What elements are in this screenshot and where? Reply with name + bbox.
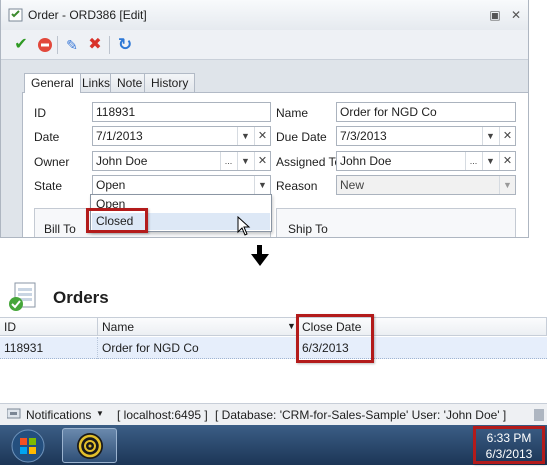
due-date-value: 7/3/2013 bbox=[340, 129, 387, 143]
reason-value: New bbox=[340, 178, 365, 192]
clear-x-icon[interactable]: ✕ bbox=[254, 152, 270, 170]
table-row[interactable]: 118931 Order for NGD Co 6/3/2013 bbox=[0, 337, 547, 359]
cell-id: 118931 bbox=[0, 337, 98, 359]
windows-taskbar: 6:33 PM 6/3/2013 bbox=[0, 425, 547, 465]
database-status: [ Database: 'CRM-for-Sales-Sample' User:… bbox=[215, 408, 507, 422]
order-edit-window: Order - ORD386 [Edit] ▣ ✕ ✔ ✎ ✖ ↻ Genera… bbox=[0, 0, 529, 238]
toolbar-separator bbox=[109, 36, 110, 54]
cancel-icon[interactable] bbox=[34, 34, 56, 56]
ship-to-label: Ship To bbox=[288, 222, 328, 236]
state-select[interactable]: Open ▼ bbox=[92, 175, 271, 195]
orders-grid-header: ID Name ▼ Close Date bbox=[0, 317, 547, 336]
owner-field[interactable]: John Doe ... ▼ ✕ bbox=[92, 151, 271, 171]
due-date-label: Due Date bbox=[276, 130, 327, 144]
date-value: 7/1/2013 bbox=[96, 129, 143, 143]
reason-label: Reason bbox=[276, 179, 318, 193]
title-bar: Order - ORD386 [Edit] ▣ ✕ bbox=[1, 0, 528, 30]
id-label: ID bbox=[34, 106, 46, 120]
mouse-cursor-icon bbox=[237, 215, 251, 236]
ellipsis-button[interactable]: ... bbox=[465, 152, 481, 170]
status-grip-icon bbox=[534, 409, 544, 421]
clear-x-icon[interactable]: ✕ bbox=[254, 127, 270, 145]
assigned-to-field[interactable]: John Doe ... ▼ ✕ bbox=[336, 151, 516, 171]
clear-x-icon[interactable]: ✕ bbox=[499, 127, 515, 145]
date-field[interactable]: 7/1/2013 ▼ ✕ bbox=[92, 126, 271, 146]
refresh-icon[interactable]: ↻ bbox=[114, 34, 136, 56]
state-value: Open bbox=[96, 178, 126, 192]
orders-icon bbox=[7, 280, 39, 312]
save-and-close-icon[interactable]: ✔ bbox=[10, 34, 32, 56]
orders-title: Orders bbox=[53, 288, 109, 307]
column-header-id[interactable]: ID bbox=[0, 318, 98, 336]
chevron-down-icon[interactable]: ▼ bbox=[96, 409, 104, 418]
server-status: [ localhost:6495 ] bbox=[117, 408, 208, 422]
window-title: Order - ORD386 [Edit] bbox=[28, 8, 147, 22]
column-header-name[interactable]: Name bbox=[98, 318, 298, 336]
chevron-down-icon: ▼ bbox=[499, 176, 515, 194]
app-target-icon bbox=[77, 433, 103, 459]
notifications-button[interactable]: Notifications bbox=[26, 408, 91, 422]
owner-label: Owner bbox=[34, 155, 70, 169]
clear-x-icon[interactable]: ✕ bbox=[499, 152, 515, 170]
closed-option-highlight bbox=[86, 208, 148, 233]
tab-history[interactable]: History bbox=[144, 73, 196, 92]
close-date-highlight bbox=[296, 314, 374, 363]
assigned-to-label: Assigned To bbox=[276, 155, 342, 169]
edit-pencil-icon[interactable]: ✎ bbox=[61, 34, 83, 56]
state-label: State bbox=[34, 179, 63, 193]
window-app-icon bbox=[8, 7, 24, 23]
clock-highlight bbox=[473, 426, 545, 464]
sort-chevron-down-icon[interactable]: ▼ bbox=[287, 321, 296, 331]
bill-to-label: Bill To bbox=[44, 222, 76, 236]
reason-select: New ▼ bbox=[336, 175, 516, 195]
owner-value: John Doe bbox=[96, 154, 148, 168]
chevron-down-icon[interactable]: ▼ bbox=[482, 127, 498, 145]
date-label: Date bbox=[34, 130, 60, 144]
status-bar: Notifications ▼ [ localhost:6495 ] [ Dat… bbox=[0, 403, 547, 425]
name-label: Name bbox=[276, 106, 309, 120]
chevron-down-icon[interactable]: ▼ bbox=[482, 152, 498, 170]
chevron-down-icon[interactable]: ▼ bbox=[237, 127, 253, 145]
assigned-to-value: John Doe bbox=[340, 154, 392, 168]
tab-general[interactable]: General bbox=[24, 73, 81, 93]
ship-to-group: Ship To bbox=[276, 208, 516, 237]
due-date-field[interactable]: 7/3/2013 ▼ ✕ bbox=[336, 126, 516, 146]
arrow-down-icon bbox=[250, 245, 270, 267]
taskbar-app-button[interactable] bbox=[62, 428, 117, 463]
chevron-down-icon[interactable]: ▼ bbox=[237, 152, 253, 170]
chevron-down-icon[interactable]: ▼ bbox=[254, 176, 270, 194]
name-field[interactable]: Order for NGD Co bbox=[336, 102, 516, 122]
restore-icon[interactable]: ▣ bbox=[487, 8, 503, 22]
toolbar-separator bbox=[57, 36, 58, 54]
windows-start-icon[interactable] bbox=[11, 429, 45, 463]
ellipsis-button[interactable]: ... bbox=[220, 152, 236, 170]
notifications-icon[interactable] bbox=[6, 408, 21, 420]
toolbar: ✔ ✎ ✖ ↻ bbox=[1, 30, 528, 60]
close-icon[interactable]: ✕ bbox=[508, 8, 524, 22]
delete-icon[interactable]: ✖ bbox=[84, 34, 106, 56]
id-field[interactable]: 118931 bbox=[92, 102, 271, 122]
cell-name: Order for NGD Co bbox=[98, 337, 298, 359]
